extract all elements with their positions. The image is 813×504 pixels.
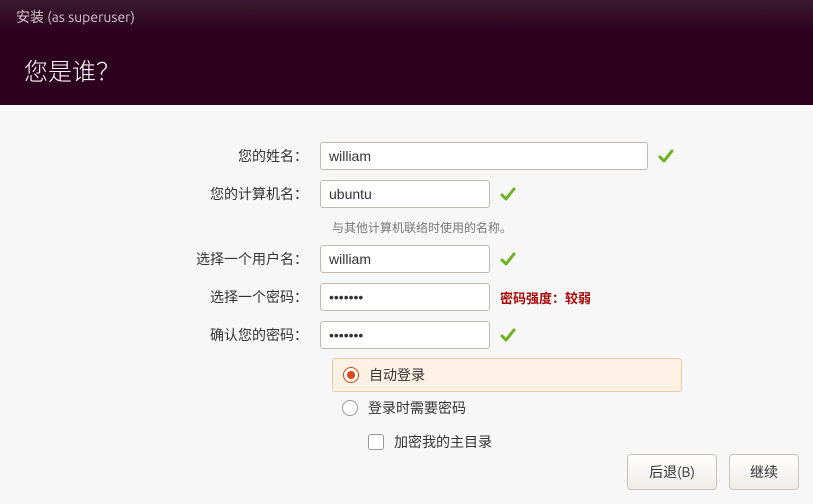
name-input[interactable] bbox=[320, 142, 648, 170]
page-title: 您是谁？ bbox=[24, 58, 120, 85]
radio-label: 登录时需要密码 bbox=[368, 398, 466, 418]
radio-icon bbox=[342, 400, 358, 416]
check-icon bbox=[500, 186, 516, 202]
footer-buttons: 后退(B) 继续 bbox=[627, 454, 799, 490]
page-header: 您是谁？ bbox=[0, 34, 813, 109]
label-password: 选择一个密码： bbox=[0, 287, 320, 307]
label-name: 您的姓名： bbox=[0, 146, 320, 166]
check-icon bbox=[658, 148, 674, 164]
label-confirm: 确认您的密码： bbox=[0, 325, 320, 345]
continue-button[interactable]: 继续 bbox=[729, 454, 799, 490]
radio-auto-login[interactable]: 自动登录 bbox=[332, 358, 682, 392]
checkbox-label: 加密我的主目录 bbox=[394, 432, 492, 452]
password-input[interactable] bbox=[320, 283, 490, 311]
password-strength: 密码强度：较弱 bbox=[500, 288, 591, 307]
login-options: 自动登录 登录时需要密码 加密我的主目录 bbox=[332, 358, 813, 458]
check-icon bbox=[500, 251, 516, 267]
checkbox-icon bbox=[368, 434, 384, 450]
computer-hint: 与其他计算机联络时使用的名称。 bbox=[332, 217, 813, 244]
confirm-password-input[interactable] bbox=[320, 321, 490, 349]
radio-label: 自动登录 bbox=[369, 365, 425, 385]
form-area: 您的姓名： 您的计算机名： 与其他计算机联络时使用的名称。 选择一个用户名： 选… bbox=[0, 105, 813, 504]
radio-icon bbox=[343, 367, 359, 383]
window-titlebar: 安装 (as superuser) bbox=[0, 0, 813, 34]
label-username: 选择一个用户名： bbox=[0, 249, 320, 269]
window-title: 安装 (as superuser) bbox=[16, 7, 135, 27]
username-input[interactable] bbox=[320, 245, 490, 273]
label-computer: 您的计算机名： bbox=[0, 184, 320, 204]
back-button[interactable]: 后退(B) bbox=[627, 454, 717, 490]
checkbox-encrypt-home[interactable]: 加密我的主目录 bbox=[332, 424, 813, 458]
check-icon bbox=[500, 327, 516, 343]
radio-require-password[interactable]: 登录时需要密码 bbox=[332, 392, 682, 424]
computer-name-input[interactable] bbox=[320, 180, 490, 208]
